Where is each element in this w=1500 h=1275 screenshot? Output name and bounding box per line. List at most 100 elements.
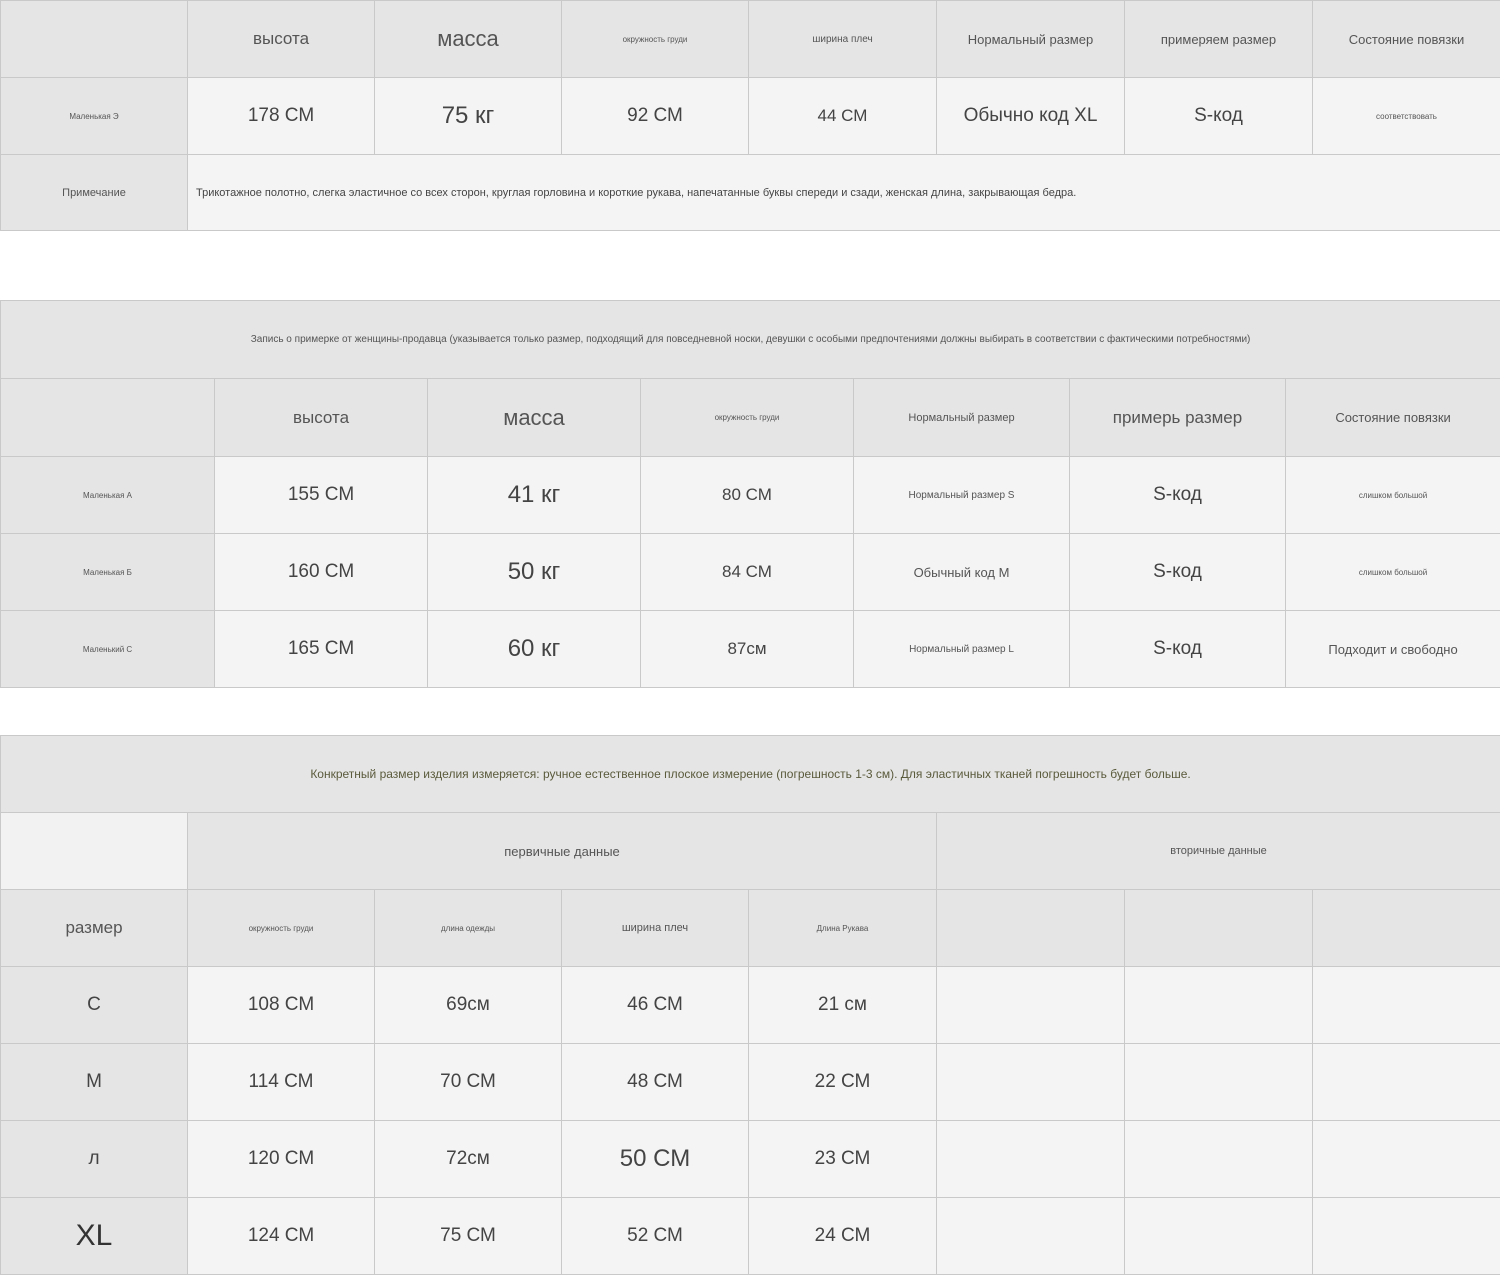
table-row: XL 124 СМ 75 СМ 52 СМ 24 СМ: [1, 1198, 1500, 1275]
primary-data-header: первичные данные: [188, 813, 937, 890]
row-label: Маленький С: [1, 611, 215, 688]
cell-sleeve: 22 СМ: [749, 1044, 937, 1121]
empty-cell: [1125, 1121, 1313, 1198]
corner-cell: [1, 379, 215, 457]
empty-cell: [937, 1198, 1125, 1275]
cell-length: 75 СМ: [375, 1198, 562, 1275]
cell-sleeve: 21 см: [749, 967, 937, 1044]
cell-shoulder: 44 СМ: [749, 78, 937, 155]
table-row: л 120 СМ 72см 50 СМ 23 СМ: [1, 1121, 1500, 1198]
row-label: Маленькая Э: [1, 78, 188, 155]
empty-cell: [1125, 1198, 1313, 1275]
cell-length: 70 СМ: [375, 1044, 562, 1121]
note-text: Трикотажное полотно, слегка эластичное с…: [188, 155, 1500, 231]
header-sleeve: Длина Рукава: [749, 890, 937, 967]
cell-shoulder: 46 СМ: [562, 967, 749, 1044]
header-shoulder: ширина плеч: [749, 1, 937, 78]
header-size: размер: [1, 890, 188, 967]
secondary-header-cell: [1313, 890, 1500, 967]
tryon-table-female: Запись о примерке от женщины-продавца (у…: [0, 300, 1500, 688]
header-shoulder: ширина плеч: [562, 890, 749, 967]
header-weight: масса: [375, 1, 562, 78]
secondary-header-cell: [1125, 890, 1313, 967]
header-weight: масса: [428, 379, 641, 457]
size-chart-table: Конкретный размер изделия измеряется: ру…: [0, 735, 1500, 1275]
secondary-header-cell: [937, 890, 1125, 967]
header-height: высота: [215, 379, 428, 457]
empty-cell: [1125, 1044, 1313, 1121]
cell-weight: 50 кг: [428, 534, 641, 611]
table-row: Маленькая Б 160 СМ 50 кг 84 СМ Обычный к…: [1, 534, 1500, 611]
header-height: высота: [188, 1, 375, 78]
cell-weight: 41 кг: [428, 457, 641, 534]
cell-normal-size: Нормальный размер L: [854, 611, 1070, 688]
tryon-table-male: высота масса окружность груди ширина пле…: [0, 0, 1500, 231]
empty-cell: [1313, 1121, 1500, 1198]
cell-bust: 108 СМ: [188, 967, 375, 1044]
cell-size: л: [1, 1121, 188, 1198]
cell-normal-size: Обычно код XL: [937, 78, 1125, 155]
tryon-banner: Запись о примерке от женщины-продавца (у…: [1, 301, 1500, 379]
cell-height: 160 СМ: [215, 534, 428, 611]
cell-fit-state: слишком большой: [1286, 457, 1500, 534]
header-bust: окружность груди: [641, 379, 854, 457]
empty-cell: [1313, 967, 1500, 1044]
cell-tried-size: S-код: [1070, 457, 1286, 534]
empty-cell: [937, 1121, 1125, 1198]
header-bust: окружность груди: [188, 890, 375, 967]
cell-fit-state: слишком большой: [1286, 534, 1500, 611]
cell-weight: 75 кг: [375, 78, 562, 155]
cell-fit-state: Подходит и свободно: [1286, 611, 1500, 688]
table-row: М 114 СМ 70 СМ 48 СМ 22 СМ: [1, 1044, 1500, 1121]
cell-normal-size: Обычный код M: [854, 534, 1070, 611]
cell-tried-size: S-код: [1125, 78, 1313, 155]
cell-bust: 120 СМ: [188, 1121, 375, 1198]
cell-tried-size: S-код: [1070, 611, 1286, 688]
cell-bust: 87см: [641, 611, 854, 688]
cell-size: М: [1, 1044, 188, 1121]
empty-cell: [937, 1044, 1125, 1121]
secondary-data-header: вторичные данные: [937, 813, 1500, 890]
empty-cell: [937, 967, 1125, 1044]
cell-size: XL: [1, 1198, 188, 1275]
row-label: Маленькая Б: [1, 534, 215, 611]
table-row: Маленькая А 155 СМ 41 кг 80 СМ Нормальны…: [1, 457, 1500, 534]
note-label: Примечание: [1, 155, 188, 231]
corner-cell: [1, 813, 188, 890]
header-tried-size: примеряем размер: [1125, 1, 1313, 78]
cell-height: 155 СМ: [215, 457, 428, 534]
cell-height: 178 СМ: [188, 78, 375, 155]
header-fit-state: Состояние повязки: [1286, 379, 1500, 457]
table-row: С 108 СМ 69см 46 СМ 21 см: [1, 967, 1500, 1044]
cell-bust: 84 СМ: [641, 534, 854, 611]
cell-length: 69см: [375, 967, 562, 1044]
cell-bust: 80 СМ: [641, 457, 854, 534]
cell-normal-size: Нормальный размер S: [854, 457, 1070, 534]
cell-sleeve: 24 СМ: [749, 1198, 937, 1275]
cell-size: С: [1, 967, 188, 1044]
corner-cell: [1, 1, 188, 78]
header-length: длина одежды: [375, 890, 562, 967]
table-row: Маленький С 165 СМ 60 кг 87см Нормальный…: [1, 611, 1500, 688]
header-normal-size: Нормальный размер: [854, 379, 1070, 457]
header-fit-state: Состояние повязки: [1313, 1, 1500, 78]
header-normal-size: Нормальный размер: [937, 1, 1125, 78]
empty-cell: [1313, 1198, 1500, 1275]
cell-bust: 92 СМ: [562, 78, 749, 155]
cell-shoulder: 48 СМ: [562, 1044, 749, 1121]
cell-length: 72см: [375, 1121, 562, 1198]
header-bust: окружность груди: [562, 1, 749, 78]
cell-shoulder: 50 СМ: [562, 1121, 749, 1198]
measurement-banner: Конкретный размер изделия измеряется: ру…: [1, 736, 1500, 813]
empty-cell: [1125, 967, 1313, 1044]
cell-tried-size: S-код: [1070, 534, 1286, 611]
cell-sleeve: 23 СМ: [749, 1121, 937, 1198]
cell-height: 165 СМ: [215, 611, 428, 688]
cell-weight: 60 кг: [428, 611, 641, 688]
cell-fit-state: соответствовать: [1313, 78, 1500, 155]
header-tried-size: примерь размер: [1070, 379, 1286, 457]
cell-bust: 114 СМ: [188, 1044, 375, 1121]
cell-bust: 124 СМ: [188, 1198, 375, 1275]
row-label: Маленькая А: [1, 457, 215, 534]
cell-shoulder: 52 СМ: [562, 1198, 749, 1275]
